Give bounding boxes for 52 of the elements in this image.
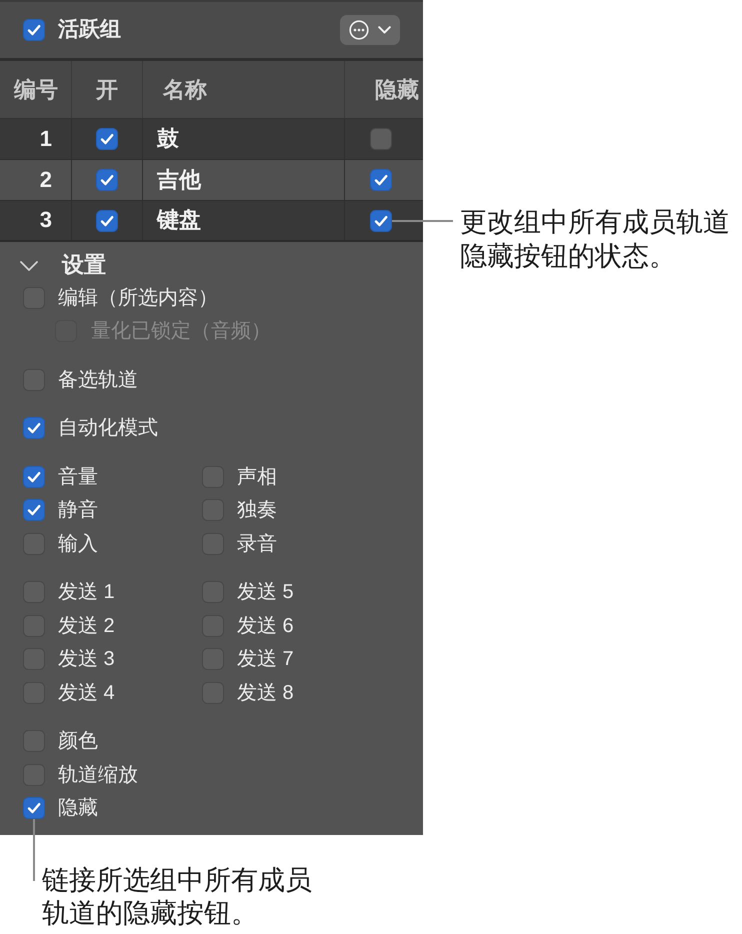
callout-text: 更改组中所有成员轨道 隐藏按钮的状态。 bbox=[460, 206, 730, 273]
checkbox-label: 独奏 bbox=[237, 498, 277, 522]
group-number: 3 bbox=[40, 207, 52, 234]
checkbox[interactable] bbox=[23, 499, 45, 522]
checkbox-label: 录音 bbox=[237, 532, 277, 556]
checkbox-label: 轨道缩放 bbox=[58, 762, 138, 787]
checkbox[interactable] bbox=[96, 210, 118, 232]
group-number: 2 bbox=[40, 166, 52, 194]
checkbox[interactable] bbox=[23, 466, 45, 488]
checkbox[interactable] bbox=[96, 128, 118, 150]
checkbox-label: 颜色 bbox=[58, 729, 98, 754]
column-header: 隐藏 bbox=[375, 76, 419, 104]
column-header: 开 bbox=[96, 76, 118, 104]
column-header: 编号 bbox=[14, 76, 58, 104]
more-options-button[interactable] bbox=[340, 15, 400, 45]
group-name[interactable]: 鼓 bbox=[157, 126, 179, 152]
group-name[interactable]: 吉他 bbox=[157, 166, 201, 194]
callout-text: 链接所选组中所有成员 轨道的隐藏按钮。 bbox=[42, 864, 313, 930]
checkbox[interactable] bbox=[96, 169, 118, 191]
section-title: 设置 bbox=[62, 252, 106, 279]
leader-line bbox=[392, 220, 453, 222]
checkbox-label: 发送 4 bbox=[58, 680, 115, 705]
checkbox-label: 备选轨道 bbox=[58, 368, 138, 392]
ellipsis-circle-icon bbox=[349, 20, 369, 40]
group-number: 1 bbox=[40, 126, 52, 152]
checkbox-label: 发送 1 bbox=[58, 580, 115, 604]
checkbox-label: 声相 bbox=[237, 464, 277, 489]
checkbox-label: 输入 bbox=[58, 532, 98, 556]
active-group-label: 活跃组 bbox=[58, 17, 121, 43]
checkbox[interactable] bbox=[23, 19, 45, 41]
checkbox-label: 音量 bbox=[58, 464, 98, 489]
checkbox[interactable] bbox=[370, 128, 392, 150]
checkbox-label: 发送 5 bbox=[237, 580, 294, 604]
checkbox-label: 发送 2 bbox=[58, 614, 115, 638]
checkbox-label: 发送 7 bbox=[237, 647, 294, 672]
checkbox[interactable] bbox=[370, 169, 392, 191]
checkbox[interactable] bbox=[370, 210, 392, 232]
checkbox-label: 隐藏 bbox=[58, 796, 98, 820]
column-header: 名称 bbox=[163, 76, 207, 104]
group-name[interactable]: 键盘 bbox=[157, 207, 201, 234]
checkbox-label: 发送 6 bbox=[237, 614, 294, 638]
chevron-down-icon bbox=[378, 26, 391, 34]
checkbox[interactable] bbox=[23, 417, 45, 440]
checkbox-label: 发送 3 bbox=[58, 647, 115, 672]
checkbox-label: 自动化模式 bbox=[58, 416, 158, 440]
leader-line bbox=[33, 819, 35, 881]
checkbox-label: 量化已锁定（音频） bbox=[91, 319, 271, 344]
checkbox-label: 编辑（所选内容） bbox=[58, 286, 218, 310]
checkbox-label: 静音 bbox=[58, 498, 98, 522]
chevron-icon[interactable] bbox=[20, 260, 38, 270]
checkbox[interactable] bbox=[23, 797, 45, 820]
checkbox-label: 发送 8 bbox=[237, 680, 294, 705]
